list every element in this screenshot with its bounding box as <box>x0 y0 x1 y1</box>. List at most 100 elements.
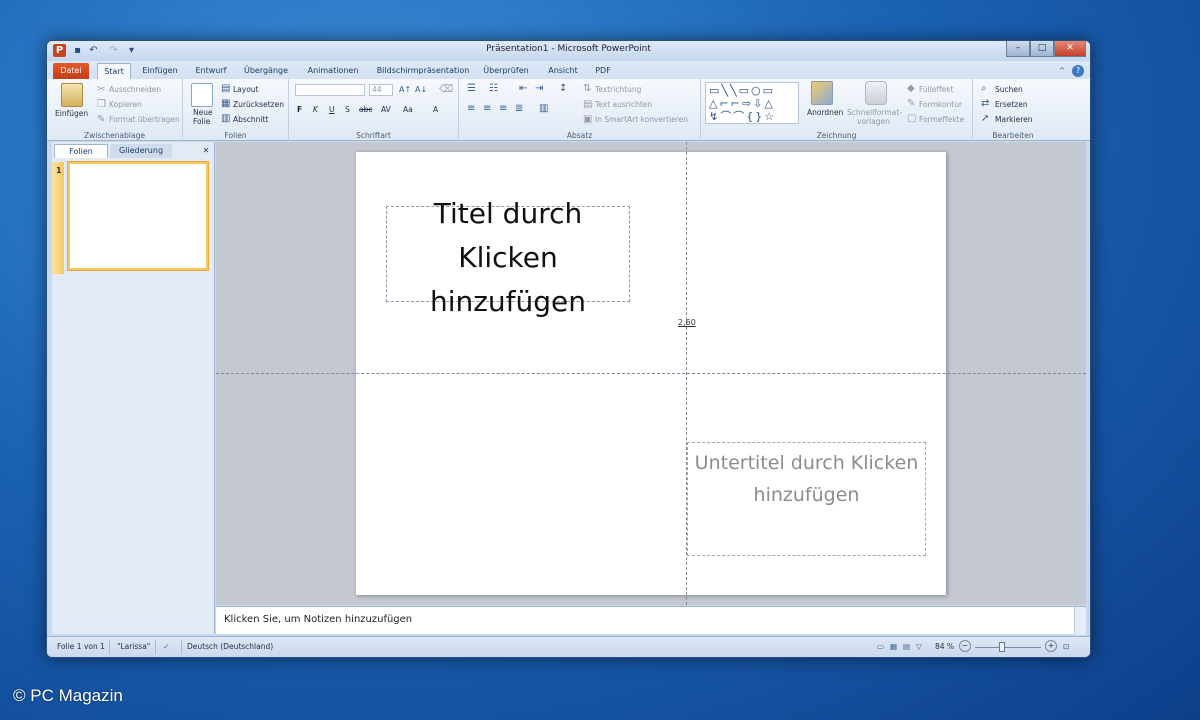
strikethrough-button[interactable]: abc <box>359 105 372 114</box>
collapse-ribbon-icon[interactable]: ^ <box>1056 63 1068 79</box>
slide-thumbnail[interactable] <box>68 162 208 270</box>
slides-pane: Folien Gliederung ✕ 1 <box>52 142 215 634</box>
slide-sorter-icon[interactable]: ▦ <box>890 642 897 651</box>
shrink-font-icon[interactable]: A↓ <box>415 85 427 95</box>
align-right-icon[interactable]: ≡ <box>499 104 507 114</box>
tab-slides-pane[interactable]: Folien <box>54 144 108 158</box>
tab-start[interactable]: Start <box>97 63 131 79</box>
character-spacing-button[interactable]: AV <box>381 105 391 114</box>
spellcheck-icon[interactable]: ✓ <box>163 642 169 651</box>
shapes-gallery[interactable]: ▭╲╲▭○▭ △⌐⌐⇨⇩△ ↯⌒⌒{}☆ <box>705 82 799 124</box>
group-font: 44 A↑ A↓ ⌫ F K U S abc AV Aa A Schriftar… <box>289 79 459 141</box>
close-button[interactable]: ✕ <box>1054 41 1086 57</box>
tab-transitions[interactable]: Übergänge <box>241 63 291 79</box>
format-painter-button[interactable]: Format übertragen <box>109 115 180 124</box>
reset-button[interactable]: Zurücksetzen <box>233 100 284 109</box>
tab-file[interactable]: Datei <box>53 63 89 79</box>
layout-icon: ▤ <box>221 83 231 94</box>
quick-styles-button-line1[interactable]: Schnellformat- <box>847 108 902 117</box>
section-button[interactable]: Abschnitt <box>233 115 268 124</box>
zoom-slider-thumb[interactable] <box>999 642 1005 652</box>
fit-to-window-icon[interactable]: ⊡ <box>1063 642 1069 651</box>
group-clipboard: Einfügen ✂ Ausschneiden ❐ Kopieren ✎ For… <box>47 79 183 141</box>
columns-icon[interactable]: ▥ <box>539 104 548 114</box>
paste-icon[interactable] <box>61 83 83 107</box>
tab-pdf[interactable]: PDF <box>591 63 615 79</box>
maximize-button[interactable]: □ <box>1030 41 1054 57</box>
increase-indent-icon[interactable]: ⇥ <box>535 84 543 94</box>
text-direction-button[interactable]: Textrichtung <box>595 85 641 94</box>
slide-editing-area[interactable]: Titel durch Klicken hinzufügen Untertite… <box>216 142 1086 605</box>
group-label-slides: Folien <box>224 131 247 140</box>
shape-fill-icon: ◆ <box>907 83 915 94</box>
help-icon[interactable]: ? <box>1072 65 1084 77</box>
text-direction-icon: ⇅ <box>583 83 592 94</box>
cut-button[interactable]: Ausschneiden <box>109 85 161 94</box>
font-name-combobox[interactable] <box>295 84 365 96</box>
arrange-button[interactable]: Anordnen <box>807 108 843 117</box>
new-slide-button-line1[interactable]: Neue <box>193 108 213 117</box>
shadow-button[interactable]: S <box>345 105 350 114</box>
arrange-icon[interactable] <box>811 81 833 105</box>
justify-icon[interactable]: ≣ <box>515 104 523 114</box>
status-bar: Folie 1 von 1 "Larissa" ✓ Deutsch (Deuts… <box>47 636 1090 657</box>
grow-font-icon[interactable]: A↑ <box>399 85 411 95</box>
shape-outline-button[interactable]: Formkontur <box>919 100 962 109</box>
horizontal-guide[interactable] <box>216 373 1086 374</box>
align-left-icon[interactable]: ≡ <box>467 104 475 114</box>
zoom-slider-track[interactable] <box>975 647 1041 648</box>
title-placeholder-text[interactable]: Titel durch Klicken hinzufügen <box>386 192 630 324</box>
clear-format-icon[interactable]: ⌫ <box>439 85 453 95</box>
copy-button[interactable]: Kopieren <box>109 100 142 109</box>
theme-name[interactable]: "Larissa" <box>117 642 150 651</box>
quick-styles-icon[interactable] <box>865 81 887 105</box>
close-pane-icon[interactable]: ✕ <box>200 144 212 158</box>
numbering-icon[interactable]: ☷ <box>489 84 498 94</box>
slide-counter: Folie 1 von 1 <box>57 642 105 651</box>
minimize-button[interactable]: – <box>1006 41 1030 57</box>
select-button[interactable]: Markieren <box>995 115 1032 124</box>
font-size-combobox[interactable]: 44 <box>369 84 393 96</box>
tab-slideshow[interactable]: Bildschirmpräsentation <box>373 63 473 79</box>
tab-insert[interactable]: Einfügen <box>137 63 183 79</box>
notes-pane[interactable]: Klicken Sie, um Notizen hinzuzufügen <box>216 606 1086 635</box>
underline-button[interactable]: U <box>329 105 335 114</box>
convert-smartart-button[interactable]: In SmartArt konvertieren <box>595 115 688 124</box>
new-slide-button-line2[interactable]: Folie <box>193 117 210 126</box>
group-label-editing: Bearbeiten <box>992 131 1034 140</box>
tab-outline-pane[interactable]: Gliederung <box>110 144 172 158</box>
align-center-icon[interactable]: ≡ <box>483 104 491 114</box>
shape-fill-button[interactable]: Fülleffekt <box>919 85 954 94</box>
notes-placeholder[interactable]: Klicken Sie, um Notizen hinzuzufügen <box>224 614 412 625</box>
new-slide-icon[interactable] <box>191 83 213 107</box>
find-button[interactable]: Suchen <box>995 85 1023 94</box>
italic-button[interactable]: K <box>313 105 318 114</box>
change-case-button[interactable]: Aa <box>403 105 413 114</box>
section-icon: ▥ <box>221 113 231 124</box>
shape-effects-button[interactable]: Formeffekte <box>919 115 964 124</box>
smartart-icon: ▣ <box>583 114 593 125</box>
language-indicator[interactable]: Deutsch (Deutschland) <box>187 642 273 651</box>
tab-review[interactable]: Überprüfen <box>481 63 531 79</box>
quick-styles-button-line2[interactable]: vorlagen <box>857 117 890 126</box>
paste-button[interactable]: Einfügen <box>55 109 88 118</box>
bold-button[interactable]: F <box>297 105 302 114</box>
tab-animations[interactable]: Animationen <box>303 63 363 79</box>
replace-button[interactable]: Ersetzen <box>995 100 1028 109</box>
reading-view-icon[interactable]: ▤ <box>903 642 910 651</box>
normal-view-icon[interactable]: ▭ <box>877 642 884 651</box>
notes-scrollbar[interactable] <box>1074 607 1086 635</box>
subtitle-placeholder-text[interactable]: Untertitel durch Klicken hinzufügen <box>687 447 926 511</box>
zoom-level[interactable]: 84 % <box>935 642 954 651</box>
tab-view[interactable]: Ansicht <box>543 63 583 79</box>
decrease-indent-icon[interactable]: ⇤ <box>519 84 527 94</box>
slideshow-icon[interactable]: ▽ <box>916 642 922 651</box>
zoom-in-button[interactable]: + <box>1045 640 1057 652</box>
font-color-button[interactable]: A <box>433 105 438 114</box>
align-text-button[interactable]: Text ausrichten <box>595 100 652 109</box>
layout-button[interactable]: Layout <box>233 85 259 94</box>
zoom-out-button[interactable]: − <box>959 640 971 652</box>
tab-design[interactable]: Entwurf <box>191 63 231 79</box>
line-spacing-icon[interactable]: ↕ <box>559 84 567 94</box>
bullets-icon[interactable]: ☰ <box>467 84 476 94</box>
